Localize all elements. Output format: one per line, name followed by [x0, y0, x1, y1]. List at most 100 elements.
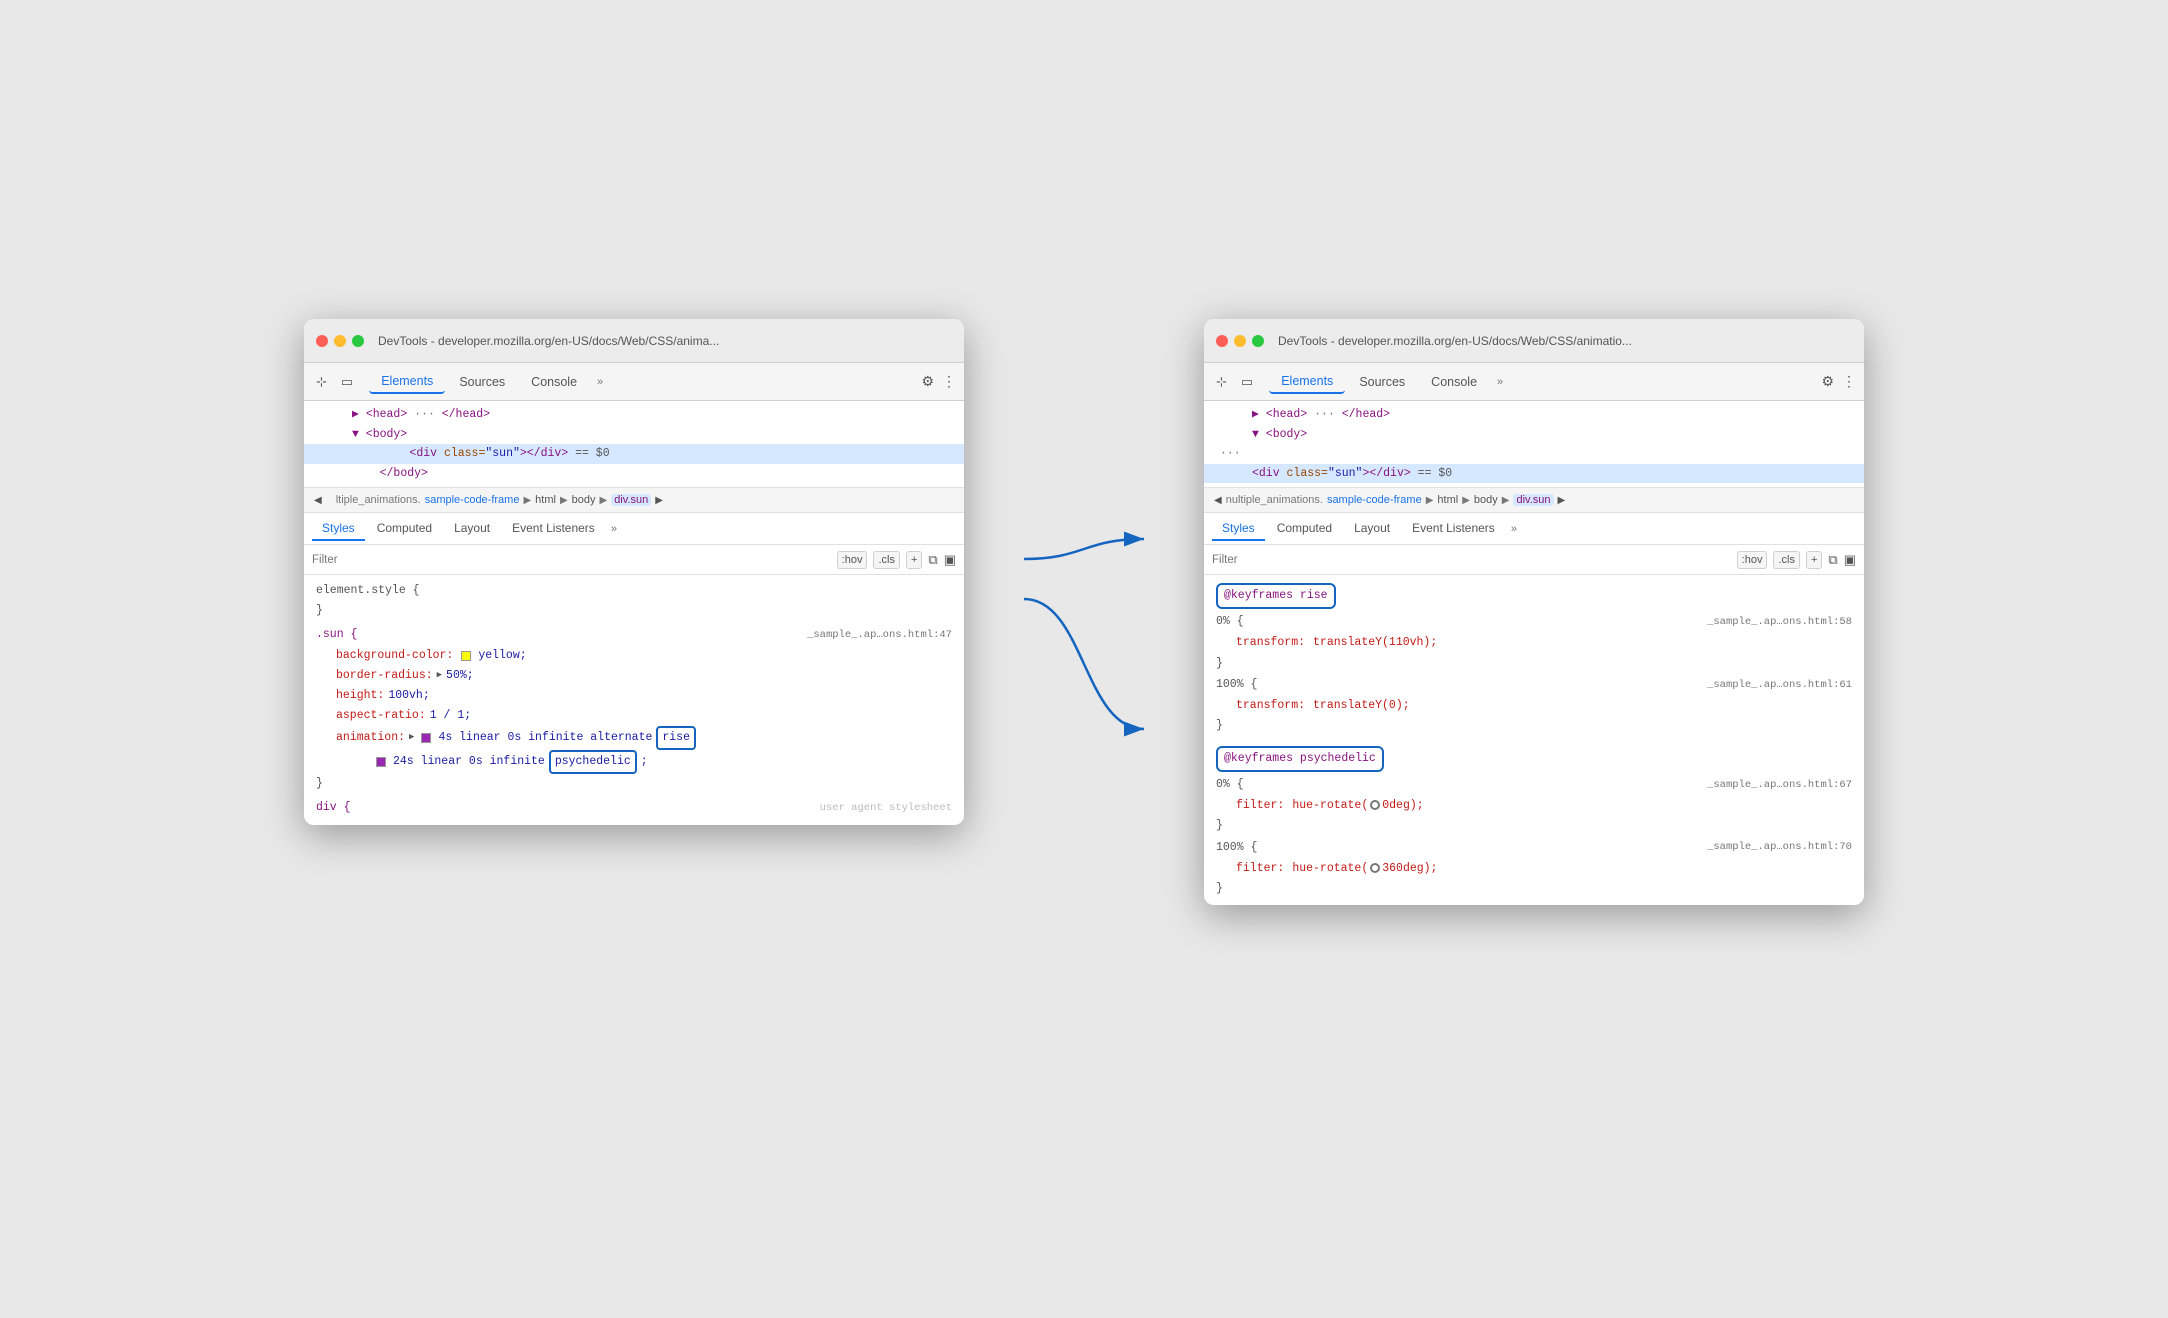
right-filter-bar: :hov .cls + ⧉ ▣: [1204, 545, 1864, 575]
right-styles-tab-styles[interactable]: Styles: [1212, 517, 1265, 541]
css-close-brace: }: [304, 601, 964, 621]
left-devtools-window: DevTools - developer.mozilla.org/en-US/d…: [304, 319, 964, 825]
animation-swatch-1: [421, 733, 431, 743]
right-add-style-button[interactable]: +: [1806, 551, 1822, 569]
aspect-ratio-line: aspect-ratio: 1 / 1;: [304, 706, 964, 726]
bc-frame-link[interactable]: sample-code-frame: [425, 494, 520, 506]
filter-input[interactable]: [312, 554, 829, 566]
psych-100pct-filter: filter: hue-rotate(360deg);: [1204, 859, 1864, 879]
breadcrumb-arrow-left[interactable]: ◀: [314, 495, 322, 506]
right-maximize-button[interactable]: [1252, 335, 1264, 347]
rise-0-brace: }: [1216, 654, 1223, 674]
psych-100pct-source: _sample_.ap…ons.html:70: [1707, 838, 1852, 856]
left-styles-tabs: Styles Computed Layout Event Listeners »: [304, 513, 964, 545]
styles-tab-layout[interactable]: Layout: [444, 517, 500, 541]
device-icon[interactable]: ▭: [337, 372, 357, 392]
keyframes-rise-header: @keyframes rise: [1204, 581, 1864, 611]
hov-button[interactable]: :hov: [837, 551, 868, 569]
styles-tab-events[interactable]: Event Listeners: [502, 517, 605, 541]
right-cls-button[interactable]: .cls: [1773, 551, 1800, 569]
add-style-button[interactable]: +: [906, 551, 922, 569]
keyframes-psychedelic-label: @keyframes psychedelic: [1216, 746, 1384, 772]
tab-elements[interactable]: Elements: [369, 370, 445, 394]
div-rule-header: div { user agent stylesheet: [304, 798, 964, 818]
right-copy-style-icon[interactable]: ⧉: [1828, 552, 1837, 568]
right-css-content: @keyframes rise 0% { _sample_.ap…ons.htm…: [1204, 575, 1864, 905]
styles-tab-styles[interactable]: Styles: [312, 517, 365, 541]
rise-100pct: 100% {: [1216, 675, 1257, 695]
right-styles-tab-events[interactable]: Event Listeners: [1402, 517, 1505, 541]
tree-body-open: ▼ <body>: [304, 425, 964, 445]
right-styles-tab-more[interactable]: »: [1507, 519, 1521, 539]
more-options-icon[interactable]: ⋮: [942, 373, 956, 390]
right-settings-icon[interactable]: ⚙: [1821, 373, 1834, 390]
tab-sources[interactable]: Sources: [447, 371, 517, 393]
breadcrumb-arrow-right[interactable]: ▶: [655, 495, 663, 506]
animation-val-1: 4s linear 0s infinite alternate: [438, 728, 652, 748]
toolbar-icons-left: ⊹ ▭: [312, 372, 357, 392]
animation-line1: animation: ▶ 4s linear 0s infinite alter…: [304, 726, 964, 750]
height-val: 100vh;: [388, 686, 429, 706]
psych-0pct-close: }: [1204, 816, 1864, 836]
rise-100pct-close: }: [1204, 716, 1864, 736]
tree-div-sun[interactable]: <div class="sun"></div> == $0: [304, 444, 964, 464]
right-tab-more[interactable]: »: [1491, 372, 1509, 392]
tree-head: ▶ <head> ··· </head>: [304, 405, 964, 425]
right-more-options-icon[interactable]: ⋮: [1842, 373, 1856, 390]
right-hov-button[interactable]: :hov: [1737, 551, 1768, 569]
height-prop: height:: [336, 686, 384, 706]
right-close-button[interactable]: [1216, 335, 1228, 347]
left-titlebar: DevTools - developer.mozilla.org/en-US/d…: [304, 319, 964, 363]
tab-more[interactable]: »: [591, 372, 609, 392]
keyframes-psychedelic-header: @keyframes psychedelic: [1204, 744, 1864, 774]
sun-source: _sample_.ap…ons.html:47: [807, 626, 952, 644]
css-block-div: div { user agent stylesheet: [304, 796, 964, 820]
right-tree-body-open: ▼ <body>: [1204, 425, 1864, 445]
styles-tab-more[interactable]: »: [607, 519, 621, 539]
copy-style-icon[interactable]: ⧉: [928, 552, 937, 568]
maximize-button[interactable]: [352, 335, 364, 347]
right-styles-tab-layout[interactable]: Layout: [1344, 517, 1400, 541]
cls-button[interactable]: .cls: [873, 551, 900, 569]
psych-100pct-header: 100% { _sample_.ap…ons.html:70: [1204, 837, 1864, 859]
inspect-icon[interactable]: ⊹: [312, 372, 331, 392]
tab-console[interactable]: Console: [519, 371, 589, 393]
animation-prop: animation:: [336, 728, 405, 748]
height-line: height: 100vh;: [304, 686, 964, 706]
right-minimize-button[interactable]: [1234, 335, 1246, 347]
right-device-icon[interactable]: ▭: [1237, 372, 1257, 392]
right-styles-tab-computed[interactable]: Computed: [1267, 517, 1342, 541]
toggle-sidebar-icon[interactable]: ▣: [944, 552, 956, 568]
close-button[interactable]: [316, 335, 328, 347]
css-block-keyframes-rise: @keyframes rise 0% { _sample_.ap…ons.htm…: [1204, 579, 1864, 738]
psych-0pct-filter: filter: hue-rotate(0deg);: [1204, 796, 1864, 816]
right-bc-body: body: [1474, 494, 1498, 506]
css-selector-line: element.style {: [304, 581, 964, 601]
right-tree-div-sun[interactable]: <div class="sun"></div> == $0: [1204, 464, 1864, 484]
sun-selector: .sun {: [316, 625, 357, 645]
right-toolbar-right: ⚙ ⋮: [1821, 373, 1856, 390]
div-source: user agent stylesheet: [820, 799, 952, 817]
rise-arrow: [1024, 539, 1144, 559]
left-filter-bar: :hov .cls + ⧉ ▣: [304, 545, 964, 575]
rise-0pct: 0% {: [1216, 612, 1244, 632]
rise-100pct-source: _sample_.ap…ons.html:61: [1707, 676, 1852, 694]
settings-icon[interactable]: ⚙: [921, 373, 934, 390]
right-tab-sources[interactable]: Sources: [1347, 371, 1417, 393]
right-breadcrumb-arrow-left[interactable]: ◀: [1214, 495, 1222, 506]
right-filter-input[interactable]: [1212, 554, 1729, 566]
right-tab-console[interactable]: Console: [1419, 371, 1489, 393]
css-block-element-style: element.style { }: [304, 579, 964, 623]
right-inspect-icon[interactable]: ⊹: [1212, 372, 1231, 392]
right-breadcrumb-arrow-right[interactable]: ▶: [1558, 495, 1566, 506]
styles-tab-computed[interactable]: Computed: [367, 517, 442, 541]
connecting-arrows-svg: [1024, 459, 1144, 859]
right-bc-frame-link[interactable]: sample-code-frame: [1327, 494, 1422, 506]
minimize-button[interactable]: [334, 335, 346, 347]
bc-divsun: div.sun: [611, 494, 651, 506]
psychedelic-keyword: psychedelic: [549, 750, 637, 774]
bc-frame: ltiple_animations.: [336, 494, 421, 506]
right-tab-elements[interactable]: Elements: [1269, 370, 1345, 394]
rise-keyword: rise: [656, 726, 696, 750]
right-toggle-sidebar-icon[interactable]: ▣: [1844, 552, 1856, 568]
